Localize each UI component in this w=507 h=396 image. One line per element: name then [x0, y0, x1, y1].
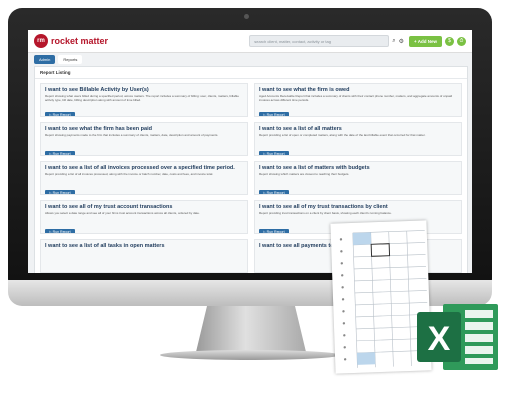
report-card: I want to see a list of all matters Repor…: [254, 122, 462, 156]
camera: [244, 14, 249, 19]
report-title[interactable]: I want to see a list of all tasks in ope…: [45, 243, 243, 249]
report-title[interactable]: I want to see all of my trust transactio…: [259, 204, 457, 210]
billing-icon[interactable]: $: [445, 36, 454, 46]
report-title[interactable]: I want to see what the firm has been pai…: [45, 126, 243, 132]
run-report-button[interactable]: ▷ Run Report: [45, 111, 75, 116]
run-report-button[interactable]: ▷ Run Report: [259, 150, 289, 155]
report-card: I want to see all of my trust account tr…: [40, 200, 248, 234]
tab-admin[interactable]: Admin: [34, 54, 56, 64]
gear-icon[interactable]: ⚙: [399, 38, 404, 45]
report-description: Report providing a list of all invoices …: [45, 173, 214, 176]
report-card: I want to see a list of all invoices pro…: [40, 161, 248, 195]
search-input[interactable]: search client, matter, contact, activity…: [249, 35, 390, 47]
logo-icon: rm: [34, 34, 48, 48]
report-card: I want to see Billable Activity by User(…: [40, 83, 248, 117]
report-title[interactable]: I want to see a list of matters with bud…: [259, 165, 457, 171]
monitor-stand: [196, 306, 306, 352]
excel-letter: X: [428, 320, 451, 358]
report-title[interactable]: I want to see all of my trust account tr…: [45, 204, 243, 210]
run-report-button[interactable]: ▷ Run Report: [259, 228, 289, 233]
report-card: I want to see a list of all tasks in ope…: [40, 239, 248, 273]
report-description: Report showing what users billed during …: [45, 95, 239, 102]
run-report-button[interactable]: ▷ Run Report: [45, 150, 75, 155]
report-card: I want to see what the firm is owed Aged …: [254, 83, 462, 117]
report-title[interactable]: I want to see Billable Activity by User(…: [45, 87, 243, 93]
report-description: Report showing payments made to the firm…: [45, 134, 219, 137]
report-description: Allows you select a date range and see a…: [45, 212, 200, 215]
excel-icon: X: [415, 298, 500, 376]
report-title[interactable]: I want to see a list of all invoices pro…: [45, 165, 243, 171]
search-icon[interactable]: ⌕: [392, 38, 395, 45]
report-card: I want to see what the firm has been pai…: [40, 122, 248, 156]
report-title[interactable]: I want to see what the firm is owed: [259, 87, 457, 93]
timer-icon[interactable]: ⏱: [457, 36, 466, 46]
add-new-button[interactable]: + Add New: [409, 35, 442, 47]
panel-title: Report Listing: [35, 67, 467, 79]
report-description: Report showing which matters are closest…: [259, 173, 350, 176]
tab-reports[interactable]: Reports: [58, 54, 83, 64]
report-description: Report providing a list of open or compl…: [259, 134, 426, 137]
run-report-button[interactable]: ▷ Run Report: [45, 189, 75, 194]
report-description: Aged Accounts Receivable Report that inc…: [259, 95, 453, 102]
report-description: [45, 251, 243, 259]
breadcrumb: Admin Reports: [28, 53, 472, 65]
run-report-button[interactable]: ▷ Run Report: [259, 111, 289, 116]
run-report-button[interactable]: ▷ Run Report: [259, 189, 289, 194]
run-report-button[interactable]: ▷ Run Report: [45, 228, 75, 233]
report-title[interactable]: I want to see a list of all matters: [259, 126, 457, 132]
report-description: Report providing trust transactions on a…: [259, 212, 392, 215]
app-name: rocket matter: [51, 36, 109, 46]
top-bar: rm rocket matter search client, matter, …: [28, 30, 472, 53]
monitor-base: [160, 350, 340, 360]
report-card: I want to see a list of matters with bud…: [254, 161, 462, 195]
